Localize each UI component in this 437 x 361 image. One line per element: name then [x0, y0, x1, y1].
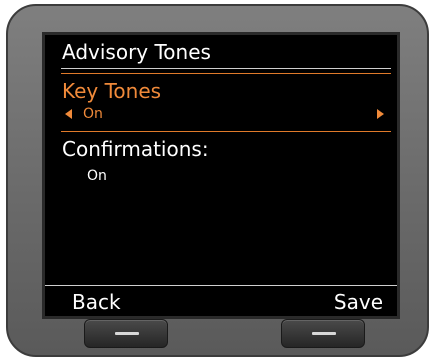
softkey-save-label[interactable]: Save	[334, 290, 383, 314]
triangle-right-icon[interactable]	[377, 109, 384, 119]
selection-bottom-line	[61, 131, 391, 132]
selection-top-line	[61, 73, 391, 74]
confirmations-value: On	[87, 168, 107, 184]
key-tones-value: On	[83, 106, 103, 122]
title-divider	[61, 68, 391, 69]
screen-title: Advisory Tones	[62, 40, 211, 64]
display-screen: Advisory Tones Key Tones On Confirmation…	[42, 32, 400, 319]
softkey-back-label[interactable]: Back	[72, 290, 121, 314]
left-softkey-button[interactable]	[84, 319, 168, 348]
softkey-bar: Back Save	[45, 285, 397, 316]
phone-device: Advisory Tones Key Tones On Confirmation…	[6, 4, 429, 357]
right-softkey-button[interactable]	[281, 319, 365, 348]
dash-icon	[312, 332, 336, 335]
dash-icon	[115, 332, 139, 335]
key-tones-label: Key Tones	[62, 79, 162, 103]
confirmations-label: Confirmations:	[62, 137, 209, 161]
triangle-left-icon[interactable]	[65, 109, 72, 119]
